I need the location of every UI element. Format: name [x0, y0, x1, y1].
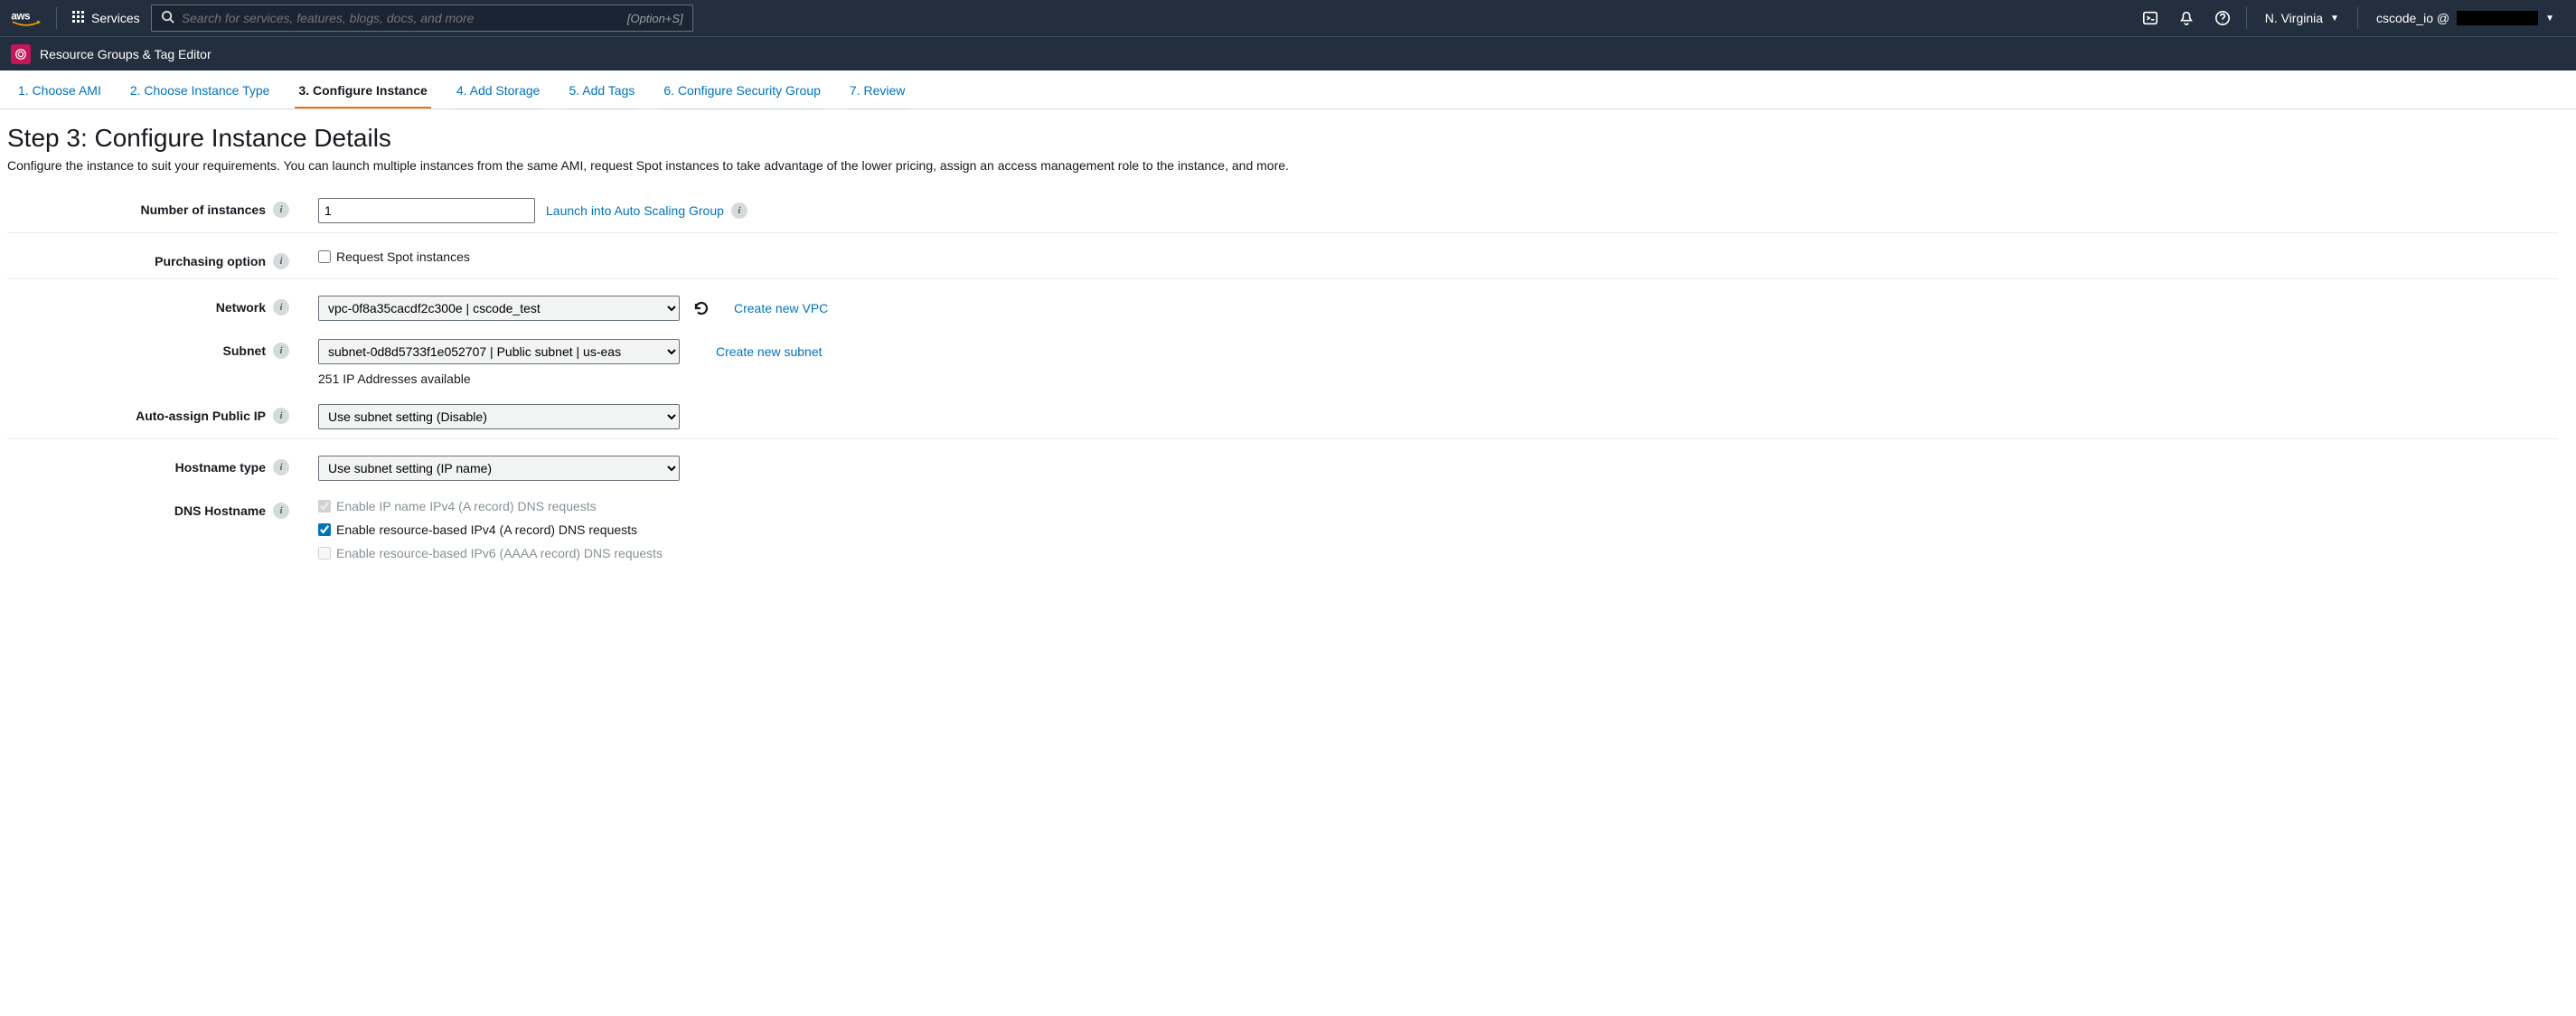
grid-icon [71, 10, 86, 27]
account-menu[interactable]: cscode_io @ ▼ [2365, 0, 2565, 36]
info-icon[interactable]: i [273, 343, 289, 359]
dns-option-label: Enable IP name IPv4 (A record) DNS reque… [336, 499, 597, 513]
dns-ipname-ipv4-checkbox [318, 500, 331, 513]
caret-down-icon: ▼ [2545, 14, 2554, 24]
label-hostname-type: Hostname type [175, 460, 266, 475]
navbar-right: N. Virginia ▼ cscode_io @ ▼ [2134, 0, 2565, 36]
info-icon[interactable]: i [731, 202, 747, 219]
wizard-tab-configure-instance[interactable]: 3. Configure Instance [295, 78, 430, 108]
info-icon[interactable]: i [273, 253, 289, 269]
wizard-tab-choose-ami[interactable]: 1. Choose AMI [14, 78, 105, 108]
label-number-of-instances: Number of instances [141, 202, 266, 217]
create-vpc-link[interactable]: Create new VPC [734, 301, 828, 315]
dns-resource-ipv4-checkbox[interactable] [318, 523, 331, 536]
info-icon[interactable]: i [273, 299, 289, 315]
label-subnet: Subnet [223, 343, 266, 358]
page-content: Step 3: Configure Instance Details Confi… [0, 109, 2576, 1016]
account-label: cscode_io @ [2376, 11, 2449, 25]
network-select[interactable]: vpc-0f8a35cacdf2c300e | cscode_test [318, 296, 680, 321]
create-subnet-link[interactable]: Create new subnet [716, 344, 823, 359]
wizard-tab-security-group[interactable]: 6. Configure Security Group [660, 78, 824, 108]
account-id-redacted [2457, 11, 2538, 25]
dns-option-label: Enable resource-based IPv4 (A record) DN… [336, 522, 637, 537]
resource-groups-icon[interactable] [11, 44, 31, 64]
row-auto-assign-ip: Auto-assign Public IP i Use subnet setti… [7, 395, 2558, 438]
services-label: Services [91, 11, 140, 25]
wizard-tab-choose-instance-type[interactable]: 2. Choose Instance Type [127, 78, 274, 108]
global-search[interactable]: [Option+S] [151, 5, 693, 32]
help-icon[interactable] [2206, 0, 2239, 36]
cloudshell-icon[interactable] [2134, 0, 2167, 36]
caret-down-icon: ▼ [2330, 14, 2339, 24]
auto-assign-ip-select[interactable]: Use subnet setting (Disable) [318, 404, 680, 429]
wizard-tabs: 1. Choose AMI 2. Choose Instance Type 3.… [0, 71, 2576, 109]
service-subnav: Resource Groups & Tag Editor [0, 36, 2576, 71]
divider [2246, 7, 2247, 29]
search-input[interactable] [182, 11, 620, 25]
search-icon [161, 10, 174, 26]
dns-ipname-ipv4-wrap: Enable IP name IPv4 (A record) DNS reque… [318, 499, 597, 513]
hostname-type-select[interactable]: Use subnet setting (IP name) [318, 456, 680, 481]
info-icon[interactable]: i [273, 503, 289, 519]
wizard-tab-add-tags[interactable]: 5. Add Tags [565, 78, 638, 108]
spot-instances-checkbox-wrap[interactable]: Request Spot instances [318, 249, 470, 264]
label-purchasing-option: Purchasing option [155, 254, 266, 268]
divider [56, 7, 57, 29]
region-selector[interactable]: N. Virginia ▼ [2254, 0, 2350, 36]
page-title: Step 3: Configure Instance Details [7, 124, 2558, 153]
service-label[interactable]: Resource Groups & Tag Editor [40, 47, 212, 61]
info-icon[interactable]: i [273, 459, 289, 475]
wizard-tab-review[interactable]: 7. Review [846, 78, 908, 108]
notifications-icon[interactable] [2170, 0, 2203, 36]
launch-asg-link[interactable]: Launch into Auto Scaling Group [546, 203, 724, 218]
subnet-available-ips: 251 IP Addresses available [318, 372, 823, 386]
row-dns-hostname: DNS Hostname i Enable IP name IPv4 (A re… [7, 490, 2558, 569]
page-description: Configure the instance to suit your requ… [7, 158, 1453, 173]
subnet-select[interactable]: subnet-0d8d5733f1e052707 | Public subnet… [318, 339, 680, 364]
services-menu[interactable]: Services [71, 10, 140, 27]
spot-instances-label: Request Spot instances [336, 249, 470, 264]
config-form: Number of instances i Launch into Auto S… [7, 189, 2558, 569]
aws-logo[interactable]: aws [11, 9, 42, 27]
dns-resource-ipv6-wrap: Enable resource-based IPv6 (AAAA record)… [318, 546, 663, 560]
row-network: Network i vpc-0f8a35cacdf2c300e | cscode… [7, 278, 2558, 330]
number-of-instances-input[interactable] [318, 198, 535, 223]
row-subnet: Subnet i subnet-0d8d5733f1e052707 | Publ… [7, 330, 2558, 395]
divider [2357, 7, 2358, 29]
search-shortcut: [Option+S] [627, 12, 683, 25]
refresh-icon[interactable] [691, 297, 712, 319]
dns-resource-ipv6-checkbox [318, 547, 331, 560]
wizard-tab-add-storage[interactable]: 4. Add Storage [453, 78, 544, 108]
spot-instances-checkbox[interactable] [318, 250, 331, 263]
label-auto-assign-ip: Auto-assign Public IP [136, 409, 266, 423]
global-navbar: aws Services [Option+S] N. Virginia ▼ csc… [0, 0, 2576, 36]
row-hostname-type: Hostname type i Use subnet setting (IP n… [7, 438, 2558, 490]
label-dns-hostname: DNS Hostname [174, 503, 266, 518]
row-purchasing-option: Purchasing option i Request Spot instanc… [7, 232, 2558, 278]
region-label: N. Virginia [2265, 11, 2323, 25]
row-number-of-instances: Number of instances i Launch into Auto S… [7, 189, 2558, 232]
svg-text:aws: aws [11, 11, 30, 23]
label-network: Network [216, 300, 266, 315]
dns-resource-ipv4-wrap[interactable]: Enable resource-based IPv4 (A record) DN… [318, 522, 637, 537]
info-icon[interactable]: i [273, 202, 289, 218]
info-icon[interactable]: i [273, 408, 289, 424]
dns-option-label: Enable resource-based IPv6 (AAAA record)… [336, 546, 663, 560]
